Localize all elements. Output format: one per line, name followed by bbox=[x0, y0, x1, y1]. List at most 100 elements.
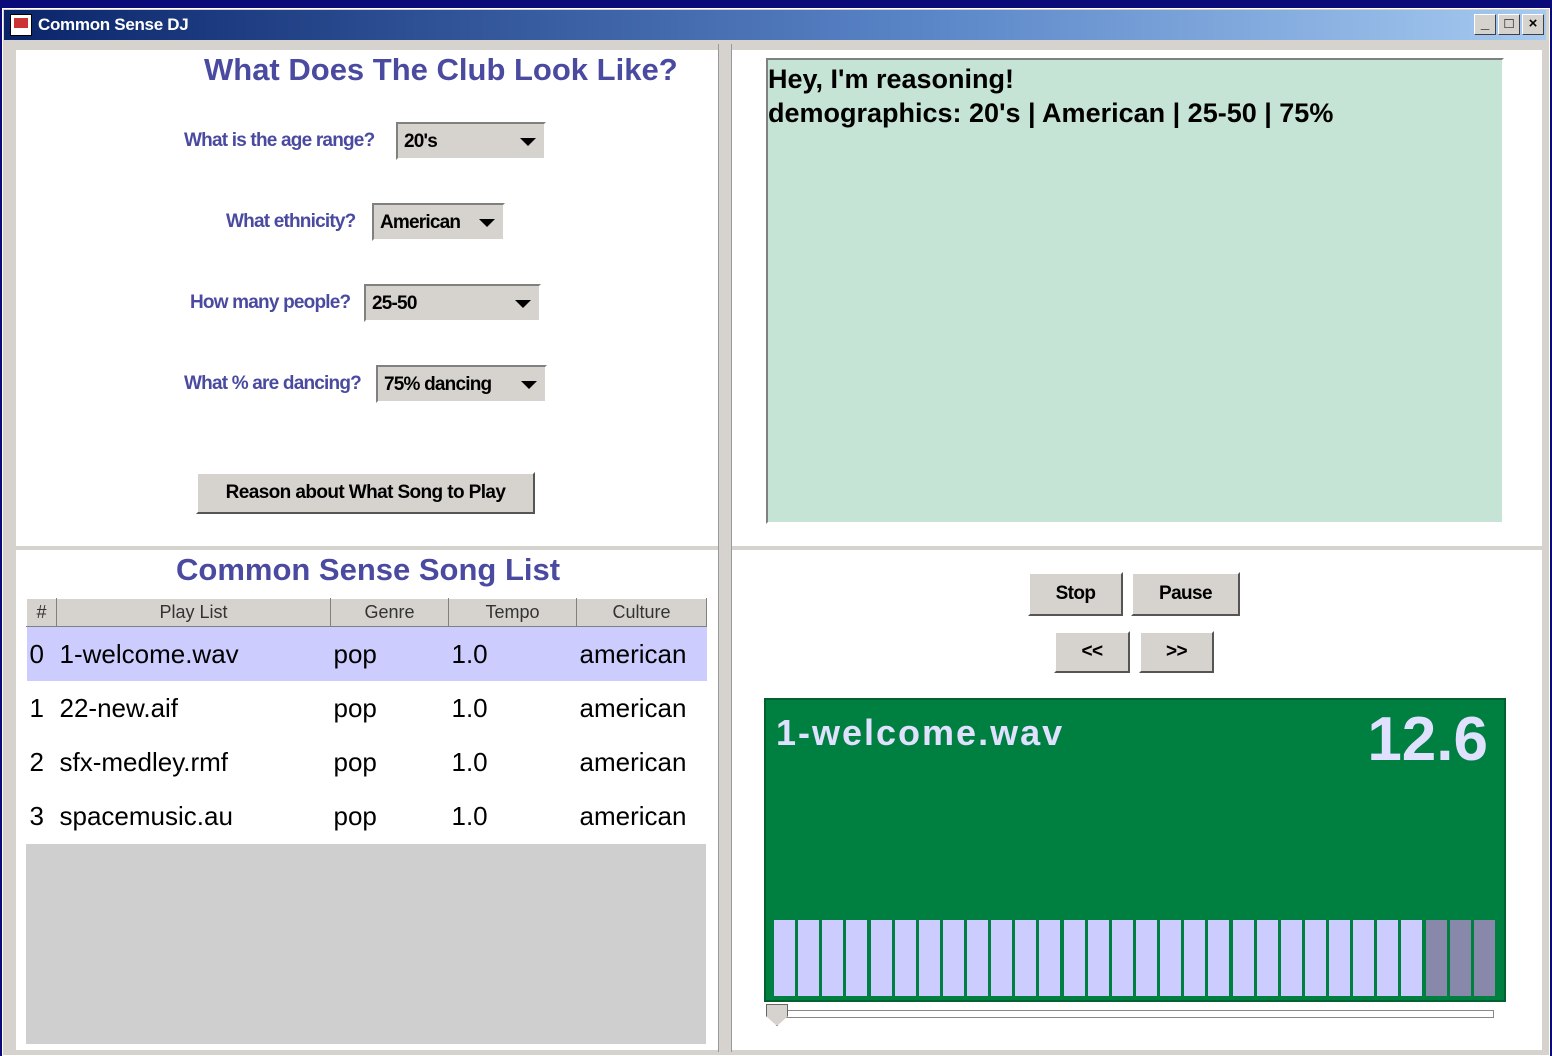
chevron-down-icon bbox=[520, 138, 536, 146]
output-line-2: demographics: 20's | American | 25-50 | … bbox=[768, 98, 1334, 128]
level-bar bbox=[1329, 920, 1353, 996]
table-row[interactable]: 3 spacemusic.au pop 1.0 american bbox=[27, 789, 707, 843]
song-tempo: 1.0 bbox=[451, 800, 488, 831]
level-bar bbox=[1305, 920, 1329, 996]
vertical-split-divider[interactable] bbox=[718, 44, 732, 1052]
pause-button[interactable]: Pause bbox=[1131, 572, 1240, 616]
row-index: 3 bbox=[29, 800, 44, 831]
seek-slider-track[interactable] bbox=[770, 1010, 1494, 1018]
reasoning-output[interactable]: Hey, I'm reasoning! demographics: 20's |… bbox=[766, 58, 1504, 524]
chevron-down-icon bbox=[521, 381, 537, 389]
age-value: 20's bbox=[404, 131, 438, 152]
column-header[interactable]: # bbox=[26, 598, 57, 627]
table-row[interactable]: 1 22-new.aif pop 1.0 american bbox=[27, 681, 707, 735]
song-culture: american bbox=[579, 746, 687, 777]
reason-button[interactable]: Reason about What Song to Play bbox=[196, 472, 535, 514]
level-bar bbox=[822, 920, 846, 996]
people-select[interactable]: 25-50 bbox=[364, 284, 541, 322]
row-index: 2 bbox=[29, 746, 44, 777]
song-name: 1-welcome.wav bbox=[56, 626, 331, 681]
level-bar bbox=[967, 920, 991, 996]
playback-time: 12.6 bbox=[1367, 705, 1488, 774]
level-bar bbox=[1257, 920, 1281, 996]
level-bar bbox=[1281, 920, 1305, 996]
app-icon bbox=[10, 14, 32, 36]
club-panel: What Does The Club Look Like? What is th… bbox=[16, 50, 718, 546]
title-bar[interactable]: Common Sense DJ _ □ × bbox=[4, 10, 1546, 40]
song-tempo: 1.0 bbox=[451, 746, 488, 777]
level-bar bbox=[943, 920, 967, 996]
level-bar bbox=[1160, 920, 1184, 996]
level-bar bbox=[1450, 920, 1474, 996]
song-tempo: 1.0 bbox=[451, 692, 488, 723]
age-select[interactable]: 20's bbox=[396, 122, 546, 160]
dancing-value: 75% dancing bbox=[384, 374, 492, 395]
now-playing-filename: 1-welcome.wav bbox=[776, 712, 1065, 753]
level-bar bbox=[1064, 920, 1088, 996]
minimize-button[interactable]: _ bbox=[1474, 14, 1496, 35]
song-genre: pop bbox=[333, 746, 377, 777]
ethnicity-value: American bbox=[380, 212, 461, 233]
song-name: sfx-medley.rmf bbox=[59, 746, 229, 777]
level-bar bbox=[1474, 920, 1498, 996]
song-name: 22-new.aif bbox=[59, 692, 179, 723]
level-bar bbox=[1353, 920, 1377, 996]
level-bar bbox=[846, 920, 870, 996]
close-button[interactable]: × bbox=[1522, 14, 1544, 35]
level-bar bbox=[1233, 920, 1257, 996]
row-index: 0 bbox=[26, 626, 57, 681]
now-playing-display: 1-welcome.wav 12.6 bbox=[764, 698, 1506, 1002]
level-bar bbox=[798, 920, 822, 996]
club-heading: What Does The Club Look Like? bbox=[204, 52, 678, 87]
age-label: What is the age range? bbox=[184, 130, 375, 151]
level-bar bbox=[1426, 920, 1450, 996]
song-genre: pop bbox=[333, 800, 377, 831]
people-label: How many people? bbox=[190, 292, 351, 313]
column-header[interactable]: Culture bbox=[576, 598, 707, 627]
column-header[interactable]: Genre bbox=[330, 598, 449, 627]
maximize-button[interactable]: □ bbox=[1498, 14, 1520, 35]
level-bar bbox=[774, 920, 798, 996]
level-bar bbox=[991, 920, 1015, 996]
song-table[interactable]: # Play List Genre Tempo Culture 0 1-welc… bbox=[26, 598, 707, 843]
dancing-label: What % are dancing? bbox=[184, 373, 362, 394]
level-meter bbox=[774, 920, 1498, 996]
table-header-row: # Play List Genre Tempo Culture bbox=[26, 598, 707, 627]
song-culture: american bbox=[576, 626, 707, 681]
dancing-select[interactable]: 75% dancing bbox=[376, 365, 547, 403]
ethnicity-label: What ethnicity? bbox=[226, 211, 356, 232]
stop-button[interactable]: Stop bbox=[1028, 572, 1123, 616]
level-bar bbox=[919, 920, 943, 996]
level-bar bbox=[1184, 920, 1208, 996]
table-row[interactable]: 2 sfx-medley.rmf pop 1.0 american bbox=[27, 735, 707, 789]
song-genre: pop bbox=[333, 692, 377, 723]
level-bar bbox=[1208, 920, 1232, 996]
people-value: 25-50 bbox=[372, 293, 417, 314]
level-bar bbox=[1088, 920, 1112, 996]
chevron-down-icon bbox=[515, 300, 531, 308]
level-bar bbox=[1136, 920, 1160, 996]
level-bar bbox=[1112, 920, 1136, 996]
ethnicity-select[interactable]: American bbox=[372, 203, 505, 241]
level-bar bbox=[1039, 920, 1063, 996]
row-index: 1 bbox=[29, 692, 44, 723]
window-title: Common Sense DJ bbox=[38, 15, 189, 34]
level-bar bbox=[1401, 920, 1425, 996]
column-header[interactable]: Tempo bbox=[448, 598, 577, 627]
song-genre: pop bbox=[330, 626, 449, 681]
table-row[interactable]: 0 1-welcome.wav pop 1.0 american bbox=[26, 626, 707, 681]
level-bar bbox=[1377, 920, 1401, 996]
rewind-button[interactable]: << bbox=[1054, 631, 1130, 673]
song-name: spacemusic.au bbox=[59, 800, 233, 831]
level-bar bbox=[871, 920, 895, 996]
songlist-heading: Common Sense Song List bbox=[176, 552, 561, 587]
song-tempo: 1.0 bbox=[448, 626, 577, 681]
song-culture: american bbox=[579, 692, 687, 723]
table-empty-area[interactable] bbox=[26, 844, 706, 1044]
level-bar bbox=[1015, 920, 1039, 996]
forward-button[interactable]: >> bbox=[1139, 631, 1214, 673]
column-header[interactable]: Play List bbox=[56, 598, 331, 627]
level-bar bbox=[895, 920, 919, 996]
chevron-down-icon bbox=[479, 219, 495, 227]
output-line-1: Hey, I'm reasoning! bbox=[768, 64, 1014, 94]
